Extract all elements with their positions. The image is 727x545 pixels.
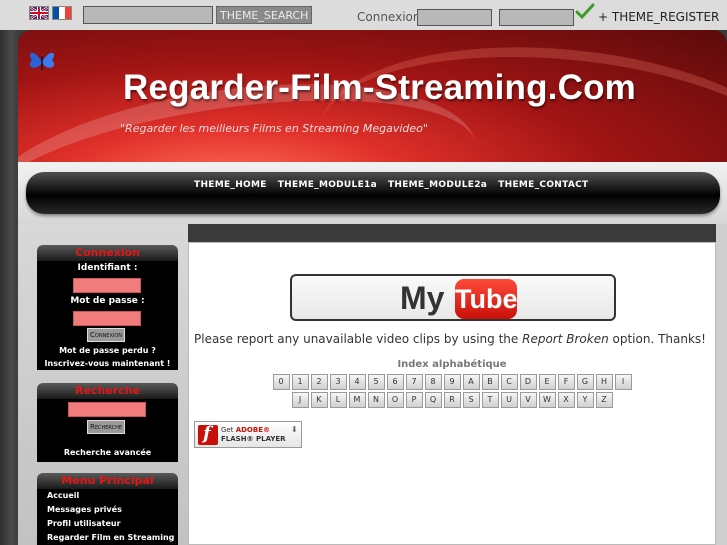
login-block: Identifiant : Mot de passe : Connexion M… — [37, 261, 178, 370]
mytube-logo-my: My — [400, 280, 445, 316]
index-letter-button[interactable]: N — [367, 392, 385, 408]
index-letter-button[interactable]: Y — [576, 392, 594, 408]
flash-badge-line1: Get ADOBE® — [221, 426, 270, 434]
nav-item-home[interactable]: THEME_HOME — [194, 180, 267, 190]
index-letter-button[interactable]: A — [462, 374, 480, 390]
index-letter-button[interactable]: 2 — [310, 374, 328, 390]
index-letter-button[interactable]: G — [576, 374, 594, 390]
search-button[interactable]: THEME_SEARCH — [216, 6, 313, 24]
sidebar-search-button[interactable]: Recherche — [87, 420, 126, 434]
index-letter-button[interactable]: P — [405, 392, 423, 408]
nav-item-module1[interactable]: THEME_MODULE1a — [278, 180, 377, 190]
index-letter-button[interactable]: 7 — [405, 374, 423, 390]
nav-menu: THEME_HOME THEME_MODULE1a THEME_MODULE2a… — [194, 180, 588, 190]
index-letter-button[interactable]: M — [348, 392, 366, 408]
lost-password-link[interactable]: Mot de passe perdu ? — [37, 346, 178, 355]
index-letter-button[interactable]: 9 — [443, 374, 461, 390]
login-username-field[interactable] — [73, 278, 141, 293]
index-letter-button[interactable]: V — [519, 392, 537, 408]
advanced-search-link[interactable]: Recherche avancée — [37, 448, 178, 457]
report-text-after: option. Thanks! — [608, 332, 706, 346]
main-menu-block: Accueil Messages privés Profil utilisate… — [37, 489, 178, 545]
main-content: My Tube Please report any unavailable vi… — [188, 242, 716, 545]
alphabet-row-2: JKLMNOPQRSTUVWXYZ — [189, 392, 715, 408]
index-letter-button[interactable]: B — [481, 374, 499, 390]
index-letter-button[interactable]: H — [595, 374, 613, 390]
butterfly-logo-icon — [29, 52, 55, 70]
get-flash-player-badge[interactable]: Get ADOBE® FLASH® PLAYER ⬇ — [194, 421, 302, 448]
index-letter-button[interactable]: 8 — [424, 374, 442, 390]
nav-item-module2[interactable]: THEME_MODULE2a — [388, 180, 487, 190]
alphabet-index-title: Index alphabétique — [397, 359, 507, 370]
password-label: Mot de passe : — [70, 296, 145, 306]
sidebar-search-input[interactable] — [68, 402, 146, 417]
flash-get-text: Get — [221, 426, 236, 434]
report-notice: Please report any unavailable video clip… — [194, 332, 706, 346]
mytube-logo-tube: Tube — [455, 279, 518, 319]
uk-flag-icon[interactable] — [29, 6, 49, 20]
download-arrow-icon: ⬇ — [291, 425, 298, 434]
username-field[interactable] — [417, 9, 492, 26]
password-field[interactable] — [499, 9, 574, 26]
search-input[interactable] — [83, 6, 213, 24]
index-letter-button[interactable]: U — [500, 392, 518, 408]
header-banner: Regarder-Film-Streaming.Com "Regarder le… — [18, 30, 727, 166]
index-letter-button[interactable]: 6 — [386, 374, 404, 390]
nav-bar — [26, 172, 720, 214]
alphabet-row-1: 0123456789ABCDEFGHI — [189, 374, 715, 390]
index-letter-button[interactable]: J — [291, 392, 309, 408]
index-letter-button[interactable]: L — [329, 392, 347, 408]
index-letter-button[interactable]: 0 — [272, 374, 290, 390]
index-letter-button[interactable]: X — [557, 392, 575, 408]
nav-item-contact[interactable]: THEME_CONTACT — [498, 180, 588, 190]
register-now-link[interactable]: Inscrivez-vous maintenant ! — [37, 359, 178, 368]
menu-item-streaming[interactable]: Regarder Film en Streaming — [47, 533, 174, 542]
report-broken-text: Report Broken — [522, 332, 609, 346]
index-letter-button[interactable]: O — [386, 392, 404, 408]
flash-badge-line2: FLASH® PLAYER — [221, 435, 286, 443]
right-edge-strip — [716, 224, 727, 545]
index-letter-button[interactable]: 3 — [329, 374, 347, 390]
search-block-title: Recherche — [37, 383, 178, 399]
mytube-logo[interactable]: My Tube — [290, 274, 616, 321]
search-block: Recherche Recherche avancée — [37, 399, 178, 462]
site-title[interactable]: Regarder-Film-Streaming.Com — [123, 68, 636, 108]
checkmark-login-icon[interactable] — [575, 3, 595, 21]
index-letter-button[interactable]: C — [500, 374, 518, 390]
login-block-title: Connexion — [37, 245, 178, 261]
menu-block-title: Menu Principal — [37, 473, 178, 489]
flash-logo-icon — [198, 423, 218, 445]
index-letter-button[interactable]: S — [462, 392, 480, 408]
index-letter-button[interactable]: 1 — [291, 374, 309, 390]
fr-flag-icon[interactable] — [52, 6, 72, 20]
index-letter-button[interactable]: 5 — [367, 374, 385, 390]
index-letter-button[interactable]: W — [538, 392, 556, 408]
menu-item-profile[interactable]: Profil utilisateur — [47, 519, 121, 528]
menu-item-messages[interactable]: Messages privés — [47, 505, 122, 514]
index-letter-button[interactable]: Q — [424, 392, 442, 408]
top-bar: THEME_SEARCH Connexion + THEME_REGISTER — [0, 0, 727, 30]
nav-area: THEME_HOME THEME_MODULE1a THEME_MODULE2a… — [18, 162, 727, 224]
login-password-field[interactable] — [73, 311, 141, 326]
index-letter-button[interactable]: D — [519, 374, 537, 390]
login-button[interactable]: Connexion — [87, 328, 126, 342]
index-letter-button[interactable]: 4 — [348, 374, 366, 390]
index-letter-button[interactable]: E — [538, 374, 556, 390]
index-letter-button[interactable]: Z — [595, 392, 613, 408]
left-edge-strip — [0, 0, 18, 545]
menu-item-accueil[interactable]: Accueil — [47, 491, 79, 500]
index-letter-button[interactable]: F — [557, 374, 575, 390]
site-slogan: "Regarder les meilleurs Films en Streami… — [120, 122, 428, 135]
sidebar: Connexion Identifiant : Mot de passe : C… — [18, 224, 188, 545]
index-letter-button[interactable]: R — [443, 392, 461, 408]
connexion-label: Connexion — [357, 10, 421, 24]
index-letter-button[interactable]: T — [481, 392, 499, 408]
flash-adobe-text: ADOBE® — [235, 426, 270, 434]
report-text-before: Please report any unavailable video clip… — [194, 332, 523, 346]
register-link[interactable]: + THEME_REGISTER — [598, 10, 719, 24]
identifiant-label: Identifiant : — [77, 263, 138, 273]
index-letter-button[interactable]: K — [310, 392, 328, 408]
index-letter-button[interactable]: I — [614, 374, 632, 390]
